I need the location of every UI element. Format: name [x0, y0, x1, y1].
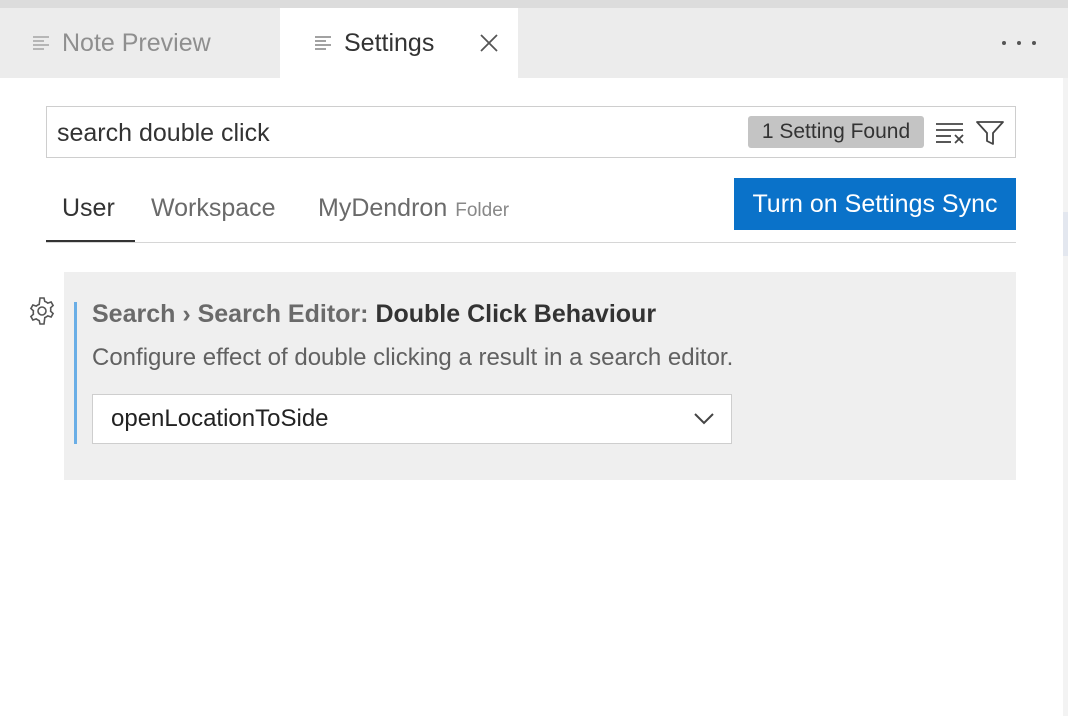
tab-label: Note Preview — [62, 28, 211, 57]
more-actions-icon[interactable] — [1002, 30, 1036, 56]
scope-tabs-divider — [46, 242, 1016, 243]
window-top-strip — [0, 0, 1068, 8]
file-lines-icon — [315, 36, 331, 50]
settings-search-input[interactable] — [55, 115, 739, 151]
scrollbar-marker — [1063, 212, 1068, 256]
filter-icon[interactable] — [975, 119, 1005, 147]
tab-folder[interactable]: MyDendron Folder — [318, 194, 509, 223]
scrollbar-track[interactable] — [1063, 78, 1068, 716]
tab-note-preview[interactable]: Note Preview — [0, 8, 278, 78]
tab-user[interactable]: User — [62, 194, 115, 223]
file-lines-icon — [33, 36, 49, 50]
close-icon[interactable] — [478, 32, 500, 54]
setting-description: Configure effect of double clicking a re… — [92, 344, 734, 371]
folder-label: Folder — [455, 200, 510, 221]
settings-search-box: 1 Setting Found — [46, 106, 1016, 158]
chevron-down-icon — [694, 413, 714, 425]
selected-value: openLocationToSide — [111, 405, 329, 432]
dot — [1017, 41, 1021, 45]
dot — [1032, 41, 1036, 45]
editor-tab-bar: Note Preview Settings — [0, 8, 1068, 78]
folder-name: MyDendron — [318, 194, 448, 222]
tab-workspace[interactable]: Workspace — [151, 194, 276, 223]
setting-category: Search › Search Editor: — [92, 300, 376, 328]
setting-title: Search › Search Editor: Double Click Beh… — [92, 300, 656, 329]
setting-item: Search › Search Editor: Double Click Beh… — [64, 272, 1016, 480]
gear-icon[interactable] — [27, 296, 57, 326]
result-count-badge: 1 Setting Found — [748, 116, 924, 148]
tab-settings[interactable]: Settings — [280, 8, 518, 78]
setting-key: Double Click Behaviour — [375, 300, 657, 328]
modified-indicator — [74, 302, 77, 444]
turn-on-settings-sync-button[interactable]: Turn on Settings Sync — [734, 178, 1016, 230]
dot — [1002, 41, 1006, 45]
clear-filter-icon[interactable] — [935, 120, 965, 146]
setting-value-dropdown[interactable]: openLocationToSide — [92, 394, 732, 444]
tab-label: Settings — [344, 28, 435, 57]
